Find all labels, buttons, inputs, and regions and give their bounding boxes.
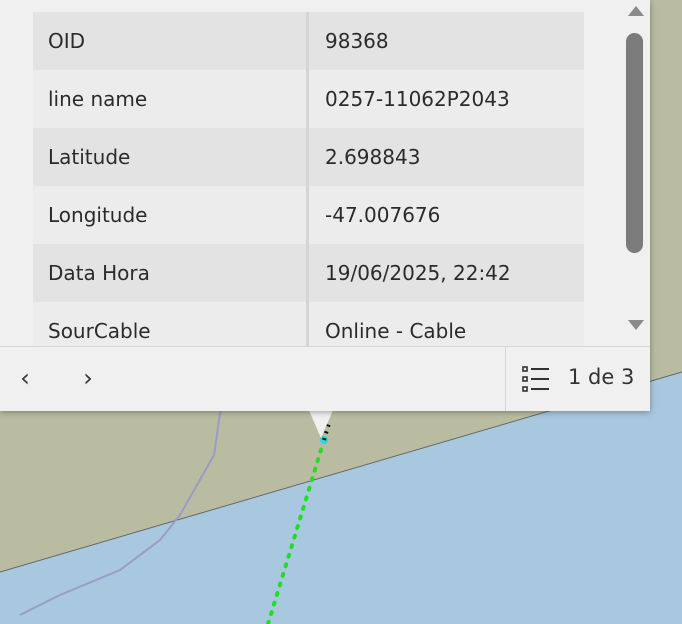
field-value: -47.007676 (325, 203, 441, 227)
next-feature-button[interactable]: › (73, 361, 103, 395)
chevron-left-icon: ‹ (20, 364, 30, 392)
scrollbar[interactable] (621, 0, 649, 346)
feature-popup: OID 98368 line name 0257-11062P2043 Lati… (0, 0, 650, 411)
table-row: line name 0257-11062P2043 (33, 70, 584, 128)
popup-footer: ‹ › 1 de 3 (0, 346, 650, 411)
table-row: Data Hora 19/06/2025, 22:42 (33, 244, 584, 302)
field-label: Longitude (33, 186, 309, 244)
attribute-table: OID 98368 line name 0257-11062P2043 Lati… (33, 12, 584, 346)
popup-pointer (308, 408, 334, 438)
feature-pager-text: 1 de 3 (568, 365, 635, 389)
chevron-right-icon: › (83, 364, 93, 392)
scroll-thumb[interactable] (626, 33, 643, 253)
table-row: Longitude -47.007676 (33, 186, 584, 244)
previous-feature-button[interactable]: ‹ (10, 361, 40, 395)
footer-divider (505, 347, 506, 411)
field-label: OID (33, 12, 309, 70)
table-row: OID 98368 (33, 12, 584, 70)
field-label: Data Hora (33, 244, 309, 302)
scroll-down-arrow-icon[interactable] (628, 320, 644, 330)
field-value: Online - Cable (325, 319, 467, 343)
field-label: SourCable (33, 302, 309, 346)
scroll-up-arrow-icon[interactable] (628, 6, 644, 16)
field-value: 19/06/2025, 22:42 (325, 261, 511, 285)
field-value: 98368 (325, 29, 389, 53)
list-icon[interactable] (520, 363, 552, 395)
table-row: SourCable Online - Cable (33, 302, 584, 346)
field-value: 0257-11062P2043 (325, 87, 510, 111)
field-label: Latitude (33, 128, 309, 186)
table-row: Latitude 2.698843 (33, 128, 584, 186)
field-value: 2.698843 (325, 145, 421, 169)
field-label: line name (33, 70, 309, 128)
